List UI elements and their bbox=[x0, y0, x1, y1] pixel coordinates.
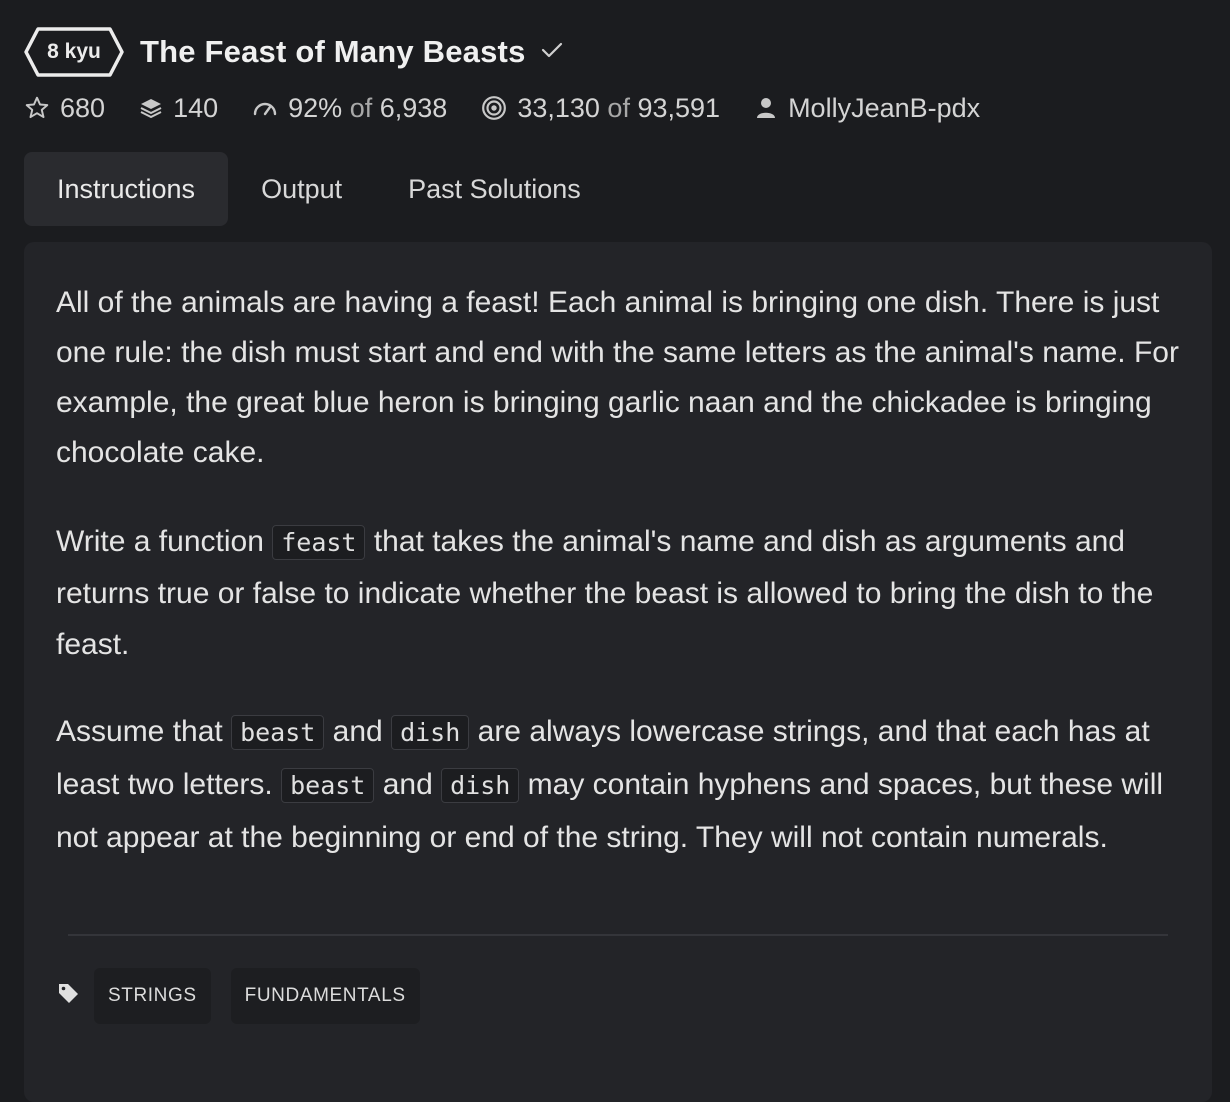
instructions-panel: All of the animals are having a feast! E… bbox=[24, 242, 1212, 1102]
kata-tabs: Instructions Output Past Solutions bbox=[24, 152, 1212, 226]
rank-badge[interactable]: 8 kyu bbox=[24, 26, 124, 78]
gauge-icon bbox=[252, 96, 278, 120]
p2-text-a: Write a function bbox=[56, 525, 273, 558]
divider bbox=[68, 934, 1168, 936]
satisfaction-percent: 92% bbox=[288, 92, 343, 123]
completions-stat: 33,130 of 93,591 bbox=[481, 93, 720, 124]
instructions-paragraph-3: Assume that beast and dish are always lo… bbox=[56, 706, 1180, 864]
p3-text-a: Assume that bbox=[56, 715, 232, 748]
tab-past-solutions[interactable]: Past Solutions bbox=[375, 152, 614, 226]
satisfaction-of-label: of bbox=[349, 92, 373, 123]
completed-count: 33,130 bbox=[517, 92, 600, 123]
p3-text-d: and bbox=[374, 768, 442, 801]
tag-icon bbox=[56, 981, 80, 1005]
user-icon bbox=[754, 95, 778, 121]
author-stat[interactable]: MollyJeanB-pdx bbox=[754, 93, 980, 124]
kata-page: 8 kyu The Feast of Many Beasts 680 140 9… bbox=[0, 24, 1230, 1102]
tag-list: STRINGS FUNDAMENTALS bbox=[56, 968, 1180, 1024]
star-outline-icon bbox=[24, 95, 50, 121]
completions-of-label: of bbox=[607, 92, 630, 123]
attempts-count: 93,591 bbox=[637, 92, 721, 123]
p3-text-b: and bbox=[324, 715, 392, 748]
rank-label: 8 kyu bbox=[47, 40, 101, 63]
collections-stat[interactable]: 140 bbox=[139, 93, 218, 124]
code-beast-2: beast bbox=[281, 768, 375, 803]
kata-header: 8 kyu The Feast of Many Beasts bbox=[24, 24, 1212, 80]
satisfaction-stat: 92% of 6,938 bbox=[252, 93, 447, 124]
kata-title: The Feast of Many Beasts bbox=[140, 34, 526, 69]
stars-count: 680 bbox=[60, 92, 106, 123]
collections-count: 140 bbox=[173, 92, 219, 123]
tag-fundamentals[interactable]: FUNDAMENTALS bbox=[230, 968, 420, 1024]
layers-icon bbox=[139, 95, 163, 121]
tag-strings[interactable]: STRINGS bbox=[94, 968, 211, 1024]
code-dish-2: dish bbox=[441, 768, 520, 803]
kata-stats: 680 140 92% of 6,938 33,130 of 93,591 Mo… bbox=[24, 88, 1212, 128]
satisfaction-votes: 6,938 bbox=[379, 92, 448, 123]
tab-instructions[interactable]: Instructions bbox=[24, 152, 229, 226]
target-icon bbox=[481, 95, 507, 121]
instructions-paragraph-2: Write a function feast that takes the an… bbox=[56, 516, 1180, 670]
instructions-paragraph-1: All of the animals are having a feast! E… bbox=[56, 286, 1179, 469]
code-beast: beast bbox=[231, 715, 325, 750]
author-name[interactable]: MollyJeanB-pdx bbox=[788, 93, 980, 124]
code-feast: feast bbox=[272, 525, 366, 560]
tab-output[interactable]: Output bbox=[228, 152, 375, 226]
checkmark-icon bbox=[540, 40, 564, 60]
code-dish: dish bbox=[391, 715, 470, 750]
stars-stat[interactable]: 680 bbox=[24, 93, 105, 124]
